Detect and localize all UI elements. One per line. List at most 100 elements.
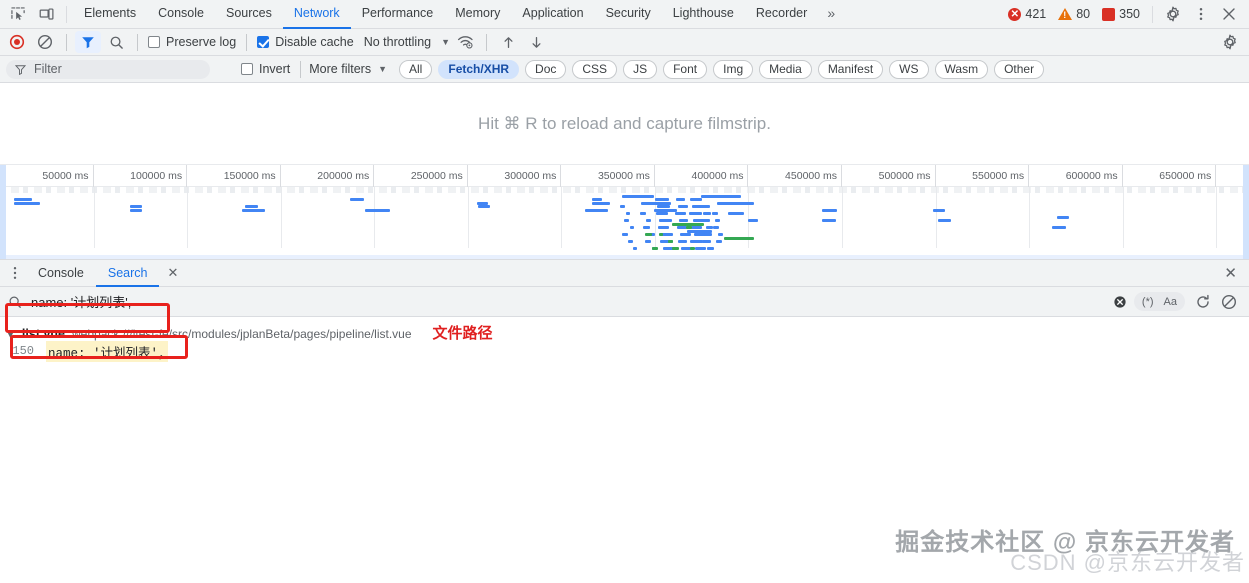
- error-counter[interactable]: ✕ 421: [1002, 7, 1052, 21]
- timeline-tick: 50000 ms: [0, 165, 94, 187]
- overview-selection-bar[interactable]: [0, 255, 1249, 259]
- more-filters-dropdown[interactable]: More filters ▼: [309, 62, 387, 76]
- error-count: 421: [1025, 7, 1047, 21]
- request-bar: [678, 205, 688, 208]
- timeline-gridline: [1122, 187, 1124, 248]
- request-bar: [679, 219, 688, 222]
- request-bars-area[interactable]: [0, 187, 1249, 259]
- filter-icon[interactable]: [75, 31, 101, 53]
- search-input[interactable]: name: '计划列表',: [8, 292, 1108, 311]
- chip-media[interactable]: Media: [759, 59, 812, 79]
- chip-manifest[interactable]: Manifest: [817, 59, 884, 79]
- network-settings-gear-icon[interactable]: [1217, 31, 1243, 53]
- request-bar: [656, 212, 668, 215]
- request-bar: [938, 219, 951, 222]
- search-icon: [9, 295, 21, 308]
- request-bar: [364, 209, 390, 212]
- chip-wasm[interactable]: Wasm: [934, 59, 989, 79]
- drawer-tab-search[interactable]: Search: [95, 260, 160, 287]
- search-refresh-icon[interactable]: [1191, 291, 1215, 313]
- request-bar: [680, 233, 691, 236]
- network-overview[interactable]: 50000 ms 100000 ms 150000 ms 200000 ms 25000…: [0, 165, 1249, 260]
- request-bar: [716, 240, 722, 243]
- tab-lighthouse[interactable]: Lighthouse: [662, 0, 745, 29]
- overview-left-handle[interactable]: [0, 165, 6, 259]
- chip-fetch-xhr[interactable]: Fetch/XHR: [438, 59, 520, 79]
- tab-console[interactable]: Console: [147, 0, 215, 29]
- settings-gear-icon[interactable]: [1159, 2, 1187, 26]
- request-bar: [14, 198, 32, 201]
- search-icon[interactable]: [103, 31, 129, 53]
- info-counter[interactable]: 350: [1096, 7, 1146, 21]
- close-icon[interactable]: [1215, 2, 1243, 26]
- throttling-select[interactable]: No throttling ▼: [358, 35, 450, 49]
- request-bar: [350, 198, 364, 201]
- network-conditions-icon[interactable]: [452, 31, 478, 53]
- filter-input[interactable]: Filter: [6, 59, 210, 79]
- chip-ws[interactable]: WS: [889, 59, 929, 79]
- timeline-tick: 400000 ms: [655, 165, 749, 187]
- annotation-file-path: 文件路径: [432, 325, 493, 342]
- chip-js[interactable]: JS: [623, 59, 658, 79]
- search-query-text: name: '计划列表',: [31, 295, 132, 310]
- request-bar: [716, 202, 755, 205]
- invert-checkbox[interactable]: Invert: [239, 62, 292, 76]
- chip-font[interactable]: Font: [663, 59, 708, 79]
- filmstrip-panel: Hit ⌘ R to reload and capture filmstrip.: [0, 83, 1249, 165]
- request-bar: [707, 247, 714, 250]
- request-bar: [1056, 216, 1070, 219]
- import-har-icon[interactable]: [495, 31, 521, 53]
- request-bar: [245, 205, 258, 208]
- chip-css[interactable]: CSS: [572, 59, 618, 79]
- timeline-tick: 450000 ms: [748, 165, 842, 187]
- more-options-icon[interactable]: [1187, 2, 1215, 26]
- clear-icon[interactable]: [32, 31, 58, 53]
- request-bar: [724, 237, 755, 240]
- preserve-log-checkbox[interactable]: Preserve log: [146, 35, 238, 49]
- chip-doc[interactable]: Doc: [525, 59, 567, 79]
- tab-memory[interactable]: Memory: [444, 0, 511, 29]
- search-clear-results-icon[interactable]: [1217, 291, 1241, 313]
- regex-toggle[interactable]: (*): [1137, 296, 1159, 308]
- more-tabs-button[interactable]: »: [818, 0, 844, 29]
- chevron-down-icon: ▼: [441, 37, 451, 47]
- overview-right-handle[interactable]: [1243, 165, 1249, 259]
- tab-application[interactable]: Application: [511, 0, 594, 29]
- drawer-tab-console[interactable]: Console: [26, 260, 96, 287]
- warning-counter[interactable]: 80: [1052, 7, 1096, 21]
- chevron-down-icon[interactable]: ▼: [6, 330, 15, 340]
- disable-cache-checkbox[interactable]: Disable cache: [255, 35, 356, 49]
- timeline-gridline: [1216, 187, 1218, 248]
- tab-network[interactable]: Network: [282, 0, 351, 29]
- chip-img[interactable]: Img: [713, 59, 754, 79]
- search-result-file[interactable]: ▼ list.vue webpack:///itest-fe/src/modul…: [0, 322, 1249, 342]
- tab-sources[interactable]: Sources: [215, 0, 283, 29]
- request-bar: [704, 233, 712, 236]
- search-results: ▼ list.vue webpack:///itest-fe/src/modul…: [0, 317, 1249, 362]
- tab-recorder[interactable]: Recorder: [745, 0, 818, 29]
- drawer-more-options-icon[interactable]: [4, 262, 26, 284]
- invert-label: Invert: [259, 62, 291, 76]
- filmstrip-hint: Hit ⌘ R to reload and capture filmstrip.: [478, 113, 771, 133]
- search-result-match[interactable]: 150 name: '计划列表',: [0, 340, 1249, 362]
- match-case-toggle[interactable]: Aa: [1159, 296, 1182, 308]
- tab-elements[interactable]: Elements: [73, 0, 147, 29]
- device-toolbar-icon[interactable]: [32, 2, 60, 26]
- request-bar: [658, 226, 669, 229]
- tab-security[interactable]: Security: [595, 0, 662, 29]
- request-bar: [700, 195, 741, 198]
- tab-performance[interactable]: Performance: [351, 0, 445, 29]
- chip-other[interactable]: Other: [994, 59, 1045, 79]
- chevron-down-icon: ▼: [378, 64, 388, 74]
- result-line-number: 150: [12, 344, 34, 358]
- drawer-tab-close-icon[interactable]: ✕: [159, 265, 186, 281]
- request-bar: [622, 233, 628, 236]
- result-file-path: webpack:///itest-fe/src/modules/jplanBet…: [72, 327, 412, 341]
- drawer-close-icon[interactable]: ✕: [1224, 264, 1245, 282]
- chip-all[interactable]: All: [399, 59, 433, 79]
- record-icon[interactable]: [4, 31, 30, 53]
- devtools-tabbar: Elements Console Sources Network Perform…: [0, 0, 1249, 29]
- search-clear-icon[interactable]: [1108, 291, 1132, 313]
- export-har-icon[interactable]: [523, 31, 549, 53]
- inspect-element-icon[interactable]: [4, 2, 32, 26]
